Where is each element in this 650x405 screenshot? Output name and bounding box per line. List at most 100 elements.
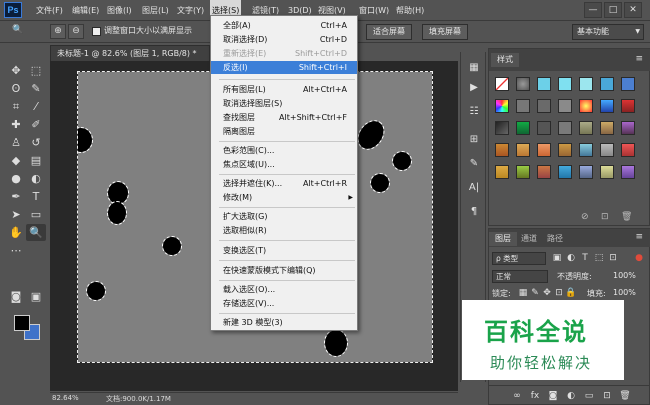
style-swatch[interactable] (579, 143, 593, 157)
history-brush-icon[interactable]: ↺ (26, 134, 46, 151)
menu-item-select-and-mask[interactable]: 选择并遮住(K)... Alt+Ctrl+R (211, 177, 357, 190)
menu-item-focus-area[interactable]: 焦点区域(U)... (211, 158, 357, 171)
style-swatch[interactable] (621, 77, 635, 91)
new-layer-icon[interactable]: ⊡ (601, 390, 613, 403)
zoom-in-icon[interactable]: ⊕ (50, 24, 66, 39)
shape-tool-icon[interactable]: ▭ (26, 206, 46, 223)
style-swatch[interactable] (579, 99, 593, 113)
menu-item-deselect-layers[interactable]: 取消选择图层(S) (211, 97, 357, 110)
menu-item-save-selection[interactable]: 存储选区(V)... (211, 297, 357, 310)
style-swatch[interactable] (621, 99, 635, 113)
minimize-button[interactable]: — (584, 2, 602, 18)
style-swatch[interactable] (516, 143, 530, 157)
lock-position-icon[interactable]: ✥ (541, 287, 553, 300)
style-swatch[interactable] (558, 77, 572, 91)
blur-tool-icon[interactable]: ● (6, 170, 26, 187)
menu-image[interactable]: 图像(I) (105, 0, 134, 21)
new-group-icon[interactable]: ▭ (583, 390, 595, 403)
style-swatch[interactable] (558, 143, 572, 157)
foreground-color-swatch[interactable] (14, 315, 30, 331)
menu-item-all-layers[interactable]: 所有图层(L) Alt+Ctrl+A (211, 83, 357, 96)
lock-transparency-icon[interactable]: ▦ (517, 287, 529, 300)
style-swatch[interactable] (516, 77, 530, 91)
style-swatch[interactable] (579, 77, 593, 91)
tab-channels[interactable]: 通道 (515, 232, 543, 246)
style-swatch[interactable] (537, 165, 551, 179)
clone-stamp-icon[interactable]: ♙ (6, 134, 26, 151)
lasso-tool-icon[interactable]: ʘ (6, 80, 26, 97)
style-swatch[interactable] (537, 121, 551, 135)
menu-item-isolate-layers[interactable]: 隔离图层 (211, 125, 357, 138)
layer-filter-select[interactable]: ρ 类型 (492, 252, 546, 265)
style-swatch[interactable] (621, 165, 635, 179)
style-swatch[interactable] (495, 121, 509, 135)
style-swatch[interactable] (621, 143, 635, 157)
menu-item-select-all[interactable]: 全部(A) Ctrl+A (211, 19, 357, 32)
new-style-icon[interactable]: ⊡ (601, 212, 609, 222)
menu-item-modify[interactable]: 修改(M) ▶ (211, 191, 357, 204)
style-swatch[interactable] (621, 121, 635, 135)
close-button[interactable]: ✕ (624, 2, 642, 18)
path-select-icon[interactable]: ➤ (6, 206, 26, 223)
adjustment-filter-icon[interactable]: ◐ (565, 252, 577, 265)
menu-item-color-range[interactable]: 色彩范围(C)... (211, 144, 357, 157)
opacity-value[interactable]: 100% (613, 271, 636, 280)
delete-layer-icon[interactable]: 🗑 (619, 390, 631, 403)
menu-edit[interactable]: 编辑(E) (70, 0, 101, 21)
zoom-tool-icon[interactable]: 🔍 (26, 224, 46, 241)
delete-style-icon[interactable]: 🗑 (621, 212, 632, 222)
style-swatch[interactable] (558, 121, 572, 135)
marquee-tool-icon[interactable]: ⬚ (26, 62, 46, 79)
style-swatch[interactable] (579, 121, 593, 135)
pen-tool-icon[interactable]: ✒ (6, 188, 26, 205)
gradient-tool-icon[interactable]: ▤ (26, 152, 46, 169)
clear-style-icon[interactable]: ⊘ (581, 212, 589, 222)
menu-item-load-selection[interactable]: 载入选区(O)... (211, 283, 357, 296)
type-tool-icon[interactable]: T (26, 188, 46, 205)
fill-value[interactable]: 100% (613, 288, 636, 297)
maximize-button[interactable]: □ (604, 2, 622, 18)
style-swatch[interactable] (495, 165, 509, 179)
menu-layer[interactable]: 图层(L) (140, 0, 171, 21)
style-swatch[interactable] (600, 99, 614, 113)
move-tool-icon[interactable]: ✥ (6, 62, 26, 79)
fill-screen-button[interactable]: 填充屏幕 (422, 24, 468, 40)
style-swatch[interactable] (600, 143, 614, 157)
menu-item-reselect[interactable]: 重新选择(E) Shift+Ctrl+D (211, 47, 357, 60)
tab-paths[interactable]: 路径 (541, 232, 569, 246)
brush-tool-icon[interactable]: ✐ (26, 116, 46, 133)
screen-mode-icon[interactable]: ▣ (26, 288, 46, 305)
menu-item-deselect[interactable]: 取消选择(D) Ctrl+D (211, 33, 357, 46)
layer-style-icon[interactable]: fx (529, 390, 541, 403)
actions-panel-icon[interactable]: ▶ (466, 80, 482, 95)
fit-screen-button[interactable]: 适合屏幕 (366, 24, 412, 40)
style-swatch[interactable] (516, 99, 530, 113)
zoom-out-icon[interactable]: ⊖ (68, 24, 84, 39)
character-panel-icon[interactable]: A| (466, 180, 482, 195)
libraries-panel-icon[interactable]: ☷ (466, 104, 482, 119)
style-swatch[interactable] (600, 165, 614, 179)
tab-layers[interactable]: 图层 (489, 232, 517, 246)
pixel-filter-icon[interactable]: ▣ (551, 252, 563, 265)
style-swatch[interactable] (558, 99, 572, 113)
style-swatch[interactable] (537, 143, 551, 157)
shape-filter-icon[interactable]: ⬚ (593, 252, 605, 265)
tab-styles[interactable]: 样式 (491, 53, 519, 67)
style-swatch[interactable] (537, 77, 551, 91)
menu-item-similar[interactable]: 选取相似(R) (211, 224, 357, 237)
menu-type[interactable]: 文字(Y) (175, 0, 206, 21)
quick-select-icon[interactable]: ✎ (26, 80, 46, 97)
add-mask-icon[interactable]: ◙ (547, 390, 559, 403)
style-swatch[interactable] (516, 165, 530, 179)
more-tools-icon[interactable]: ⋯ (6, 242, 26, 259)
menu-item-new-3d-model[interactable]: 新建 3D 模型(3) (211, 316, 357, 329)
eyedropper-icon[interactable]: ⁄ (26, 98, 46, 115)
blend-mode-select[interactable]: 正常 (492, 270, 548, 283)
hand-tool-icon[interactable]: ✋ (6, 224, 26, 241)
workspace-select[interactable]: 基本功能 ▼ (572, 24, 644, 40)
dodge-tool-icon[interactable]: ◐ (26, 170, 46, 187)
menu-item-transform-selection[interactable]: 变换选区(T) (211, 244, 357, 257)
quick-mask-icon[interactable]: ◙ (6, 288, 26, 305)
filter-toggle-icon[interactable]: ● (633, 252, 645, 265)
smart-object-filter-icon[interactable]: ⊡ (607, 252, 619, 265)
